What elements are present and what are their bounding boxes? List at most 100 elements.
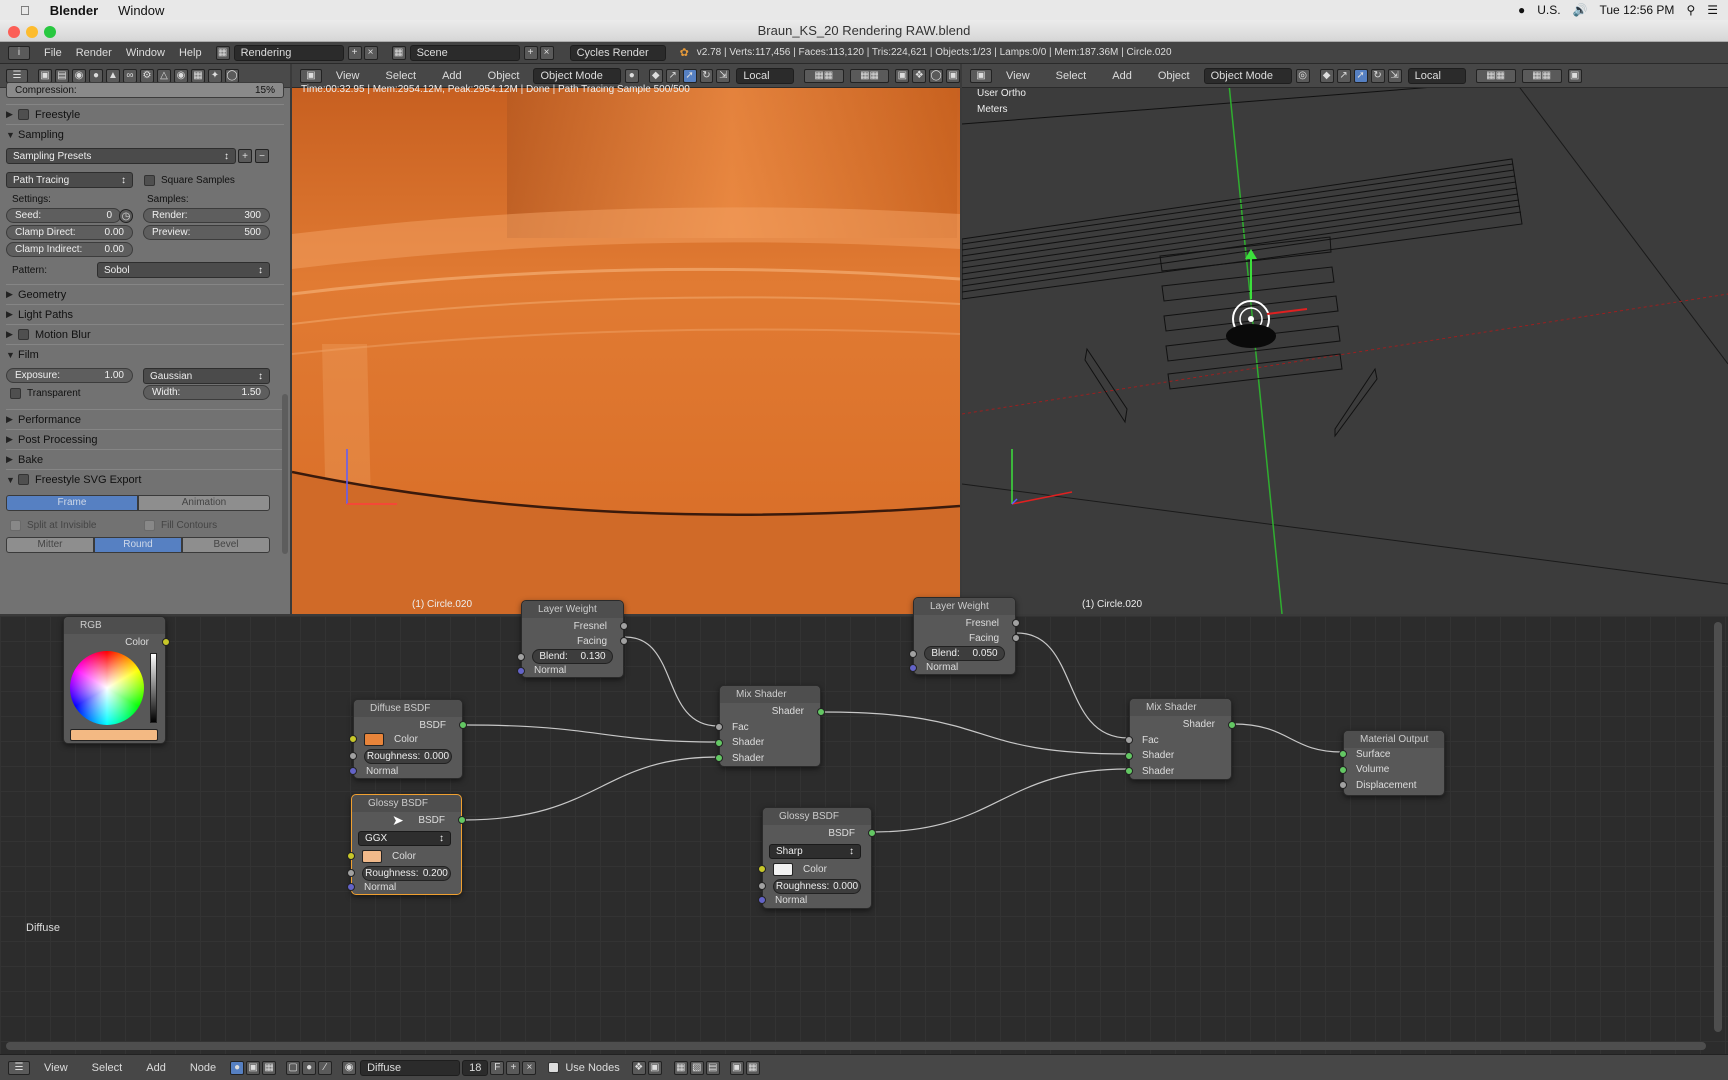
paste-icon[interactable]: ▧ — [689, 1060, 704, 1075]
node-menu[interactable]: Node — [190, 1062, 216, 1074]
properties-scrollbar[interactable] — [282, 394, 288, 554]
layers-tab-icon[interactable]: ▤ — [55, 68, 69, 83]
color-swatch[interactable] — [362, 850, 382, 863]
menu-render[interactable]: Render — [76, 47, 112, 59]
bsdf-output-socket[interactable] — [459, 721, 467, 729]
add-menu[interactable]: Add — [442, 70, 462, 82]
material-output-node[interactable]: Material Output Surface Volume Displacem… — [1339, 730, 1445, 796]
material-browse-icon[interactable]: ◉ — [342, 1060, 357, 1075]
roughness-input-socket[interactable] — [347, 869, 355, 877]
svg-export-checkbox[interactable] — [18, 474, 29, 485]
roughness-field[interactable]: Roughness: 0.000 — [364, 749, 452, 764]
add-menu[interactable]: Add — [146, 1062, 166, 1074]
shader-input-socket-1[interactable] — [1125, 752, 1133, 760]
remove-screen-button[interactable]: × — [363, 45, 378, 60]
render-tab-icon[interactable]: ▣ — [38, 68, 52, 83]
object-shader-icon[interactable]: ▢ — [286, 1060, 301, 1075]
blend-input-socket[interactable] — [517, 653, 525, 661]
physics-tab-icon[interactable]: ◯ — [225, 68, 239, 83]
exposure-field[interactable]: Exposure: 1.00 — [6, 368, 133, 383]
sampling-panel[interactable]: ▼ Sampling — [6, 124, 284, 144]
scale-icon[interactable]: ⇲ — [1387, 68, 1402, 83]
color-input-socket[interactable] — [758, 865, 766, 873]
blend-field[interactable]: Blend: 0.130 — [532, 649, 613, 664]
post-processing-panel[interactable]: ▶ Post Processing — [6, 429, 284, 449]
normal-input-socket[interactable] — [758, 896, 766, 904]
sampling-presets-menu[interactable]: Sampling Presets ↕ — [6, 148, 236, 164]
value-slider[interactable] — [150, 653, 157, 723]
transparent-checkbox[interactable] — [10, 388, 21, 399]
light-paths-panel[interactable]: ▶ Light Paths — [6, 304, 284, 324]
pattern-select[interactable]: Sobol ↕ — [97, 262, 270, 278]
editor-type-icon[interactable]: ☰ — [8, 1060, 30, 1075]
object-menu[interactable]: Object — [1158, 70, 1190, 82]
glossy-bsdf-node-1[interactable]: Glossy BSDF BSDF GGX ↕ Color Roughness: 0.… — [347, 794, 466, 895]
normal-input-socket[interactable] — [349, 767, 357, 775]
square-samples-checkbox[interactable] — [144, 175, 155, 186]
clamp-direct-field[interactable]: Clamp Direct: 0.00 — [6, 225, 133, 240]
blend-field[interactable]: Blend: 0.050 — [924, 646, 1005, 661]
object-tab-icon[interactable]: ▲ — [106, 68, 120, 83]
snap-icon[interactable]: ❖ — [631, 1060, 646, 1075]
data-tab-icon[interactable]: △ — [157, 68, 171, 83]
material-users-count[interactable]: 18 — [462, 1059, 489, 1076]
freestyle-panel[interactable]: ▶ Freestyle — [6, 104, 284, 124]
mix-shader-node-1[interactable]: Mix Shader Shader Fac Shader Shader — [715, 685, 825, 767]
select-menu[interactable]: Select — [92, 1062, 123, 1074]
backdrop-icon[interactable]: ▣ — [647, 1060, 662, 1075]
notification-icon[interactable]: ☰ — [1707, 3, 1718, 17]
freestyle-svg-export-panel[interactable]: ▼ Freestyle SVG Export — [6, 469, 284, 489]
editor-type-icon[interactable]: ☰ — [6, 68, 28, 83]
shader-input-socket-2[interactable] — [1125, 767, 1133, 775]
layer-weight-node-1[interactable]: Layer Weight Fresnel Facing Blend: 0.130 … — [517, 600, 628, 678]
line-style-icon[interactable]: ∕ — [318, 1060, 333, 1075]
facing-output-socket[interactable] — [620, 637, 628, 645]
editor-type-icon[interactable]: ▣ — [970, 68, 992, 83]
pivot-icon[interactable]: ◆ — [648, 68, 663, 83]
screen-selector[interactable]: Rendering — [233, 44, 344, 61]
join-bevel-button[interactable]: Bevel — [182, 537, 270, 553]
rgb-color-swatch[interactable] — [70, 729, 158, 741]
shading-icon[interactable]: ◎ — [1295, 68, 1310, 83]
display-icon[interactable]: ▦ — [745, 1060, 760, 1075]
menu-window[interactable]: Window — [126, 47, 165, 59]
shader-input-socket-1[interactable] — [715, 739, 723, 747]
snap-element-icon[interactable]: ▤ — [705, 1060, 720, 1075]
surface-input-socket[interactable] — [1339, 750, 1347, 758]
color-input-socket[interactable] — [347, 852, 355, 860]
freestyle-checkbox[interactable] — [18, 109, 29, 120]
translate-icon[interactable]: ➚ — [682, 68, 697, 83]
animated-seed-icon[interactable]: ◷ — [119, 209, 133, 223]
volume-icon[interactable]: 🔊 — [1573, 3, 1588, 17]
world-shader-icon[interactable]: ● — [302, 1060, 317, 1075]
shader-output-socket[interactable] — [817, 708, 825, 716]
menu-file[interactable]: File — [44, 47, 62, 59]
motion-blur-panel[interactable]: ▶ Motion Blur — [6, 324, 284, 344]
color-wheel[interactable] — [70, 651, 144, 725]
object-menu[interactable]: Object — [488, 70, 520, 82]
blend-input-socket[interactable] — [909, 650, 917, 658]
material-name-field[interactable]: Diffuse — [360, 1059, 461, 1076]
use-nodes-checkbox[interactable] — [548, 1062, 560, 1073]
opengl-render-icon[interactable]: ▣ — [946, 68, 960, 83]
scene-icon[interactable]: ▦ — [391, 45, 406, 60]
app-menu[interactable]: Blender — [50, 3, 98, 18]
unlink-material-button[interactable]: × — [522, 1060, 537, 1075]
view-menu[interactable]: View — [44, 1062, 68, 1074]
animation-mode-button[interactable]: Animation — [138, 495, 270, 511]
fake-user-button[interactable]: F — [490, 1060, 505, 1075]
transform-orientation-select[interactable]: Local — [736, 67, 794, 84]
wifi-icon[interactable]: ● — [1518, 3, 1525, 17]
proportional-icon[interactable]: ◯ — [929, 68, 944, 83]
fresnel-output-socket[interactable] — [1012, 619, 1020, 627]
shader-output-socket[interactable] — [1228, 721, 1236, 729]
render-layer-icon[interactable]: ▣ — [1567, 68, 1582, 83]
facing-output-socket[interactable] — [1012, 634, 1020, 642]
editor-type-icon[interactable]: i — [8, 45, 30, 60]
clamp-indirect-field[interactable]: Clamp Indirect: 0.00 — [6, 242, 133, 257]
frame-mode-button[interactable]: Frame — [6, 495, 138, 511]
rgb-node[interactable]: RGB Color — [63, 616, 170, 744]
manipulator-icon[interactable]: ↗ — [1336, 68, 1351, 83]
apple-icon[interactable]:  — [20, 3, 30, 18]
screen-layout-icon[interactable]: ▦ — [215, 45, 230, 60]
